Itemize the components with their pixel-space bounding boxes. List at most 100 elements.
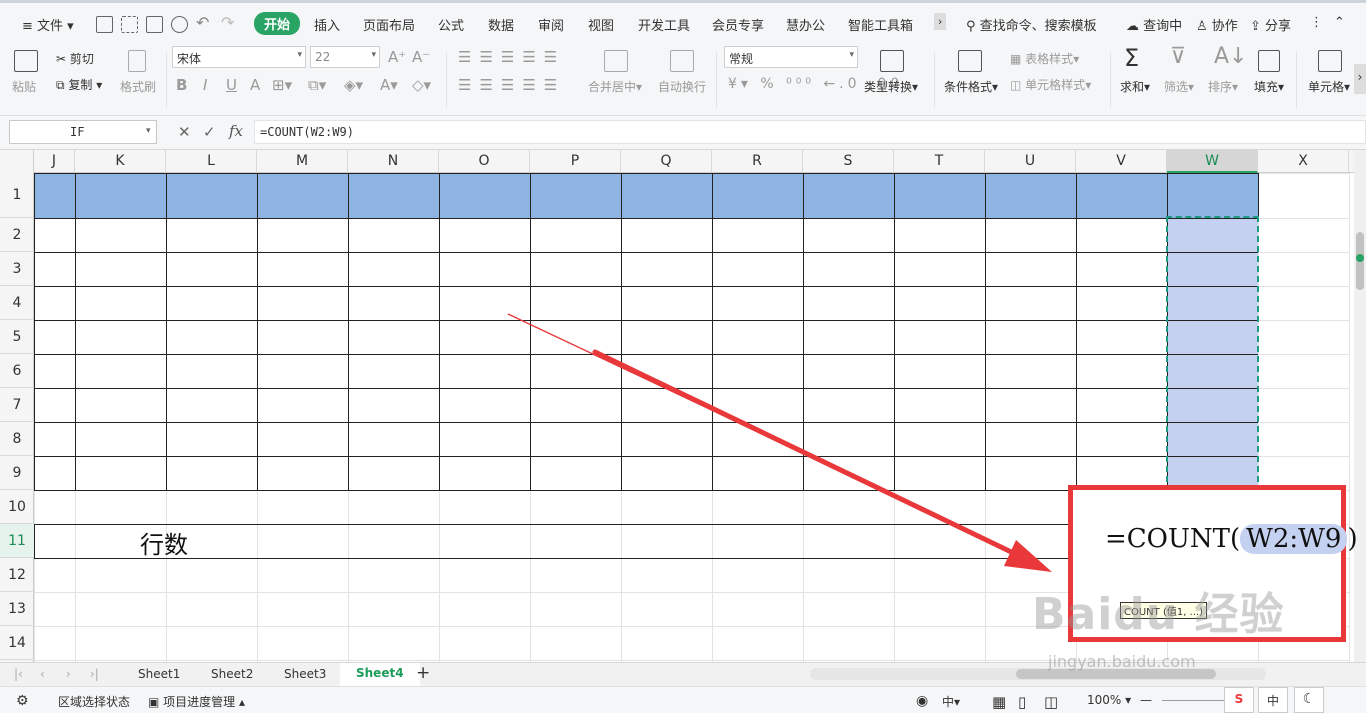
row-header-7[interactable]: 7 bbox=[0, 388, 34, 422]
search-center-button[interactable]: ☁ 查询中 bbox=[1126, 15, 1182, 34]
number-format-select[interactable]: 常规 bbox=[724, 46, 858, 68]
command-search[interactable]: ⚲ 查找命令、搜索模板 bbox=[966, 15, 1097, 34]
more-icon[interactable]: ⋮ bbox=[1310, 15, 1323, 30]
column-header-k[interactable]: K bbox=[75, 150, 166, 173]
column-header-q[interactable]: Q bbox=[621, 150, 712, 173]
filter-icon[interactable]: ⊽ bbox=[1170, 44, 1186, 69]
insert-function-icon[interactable]: fx bbox=[229, 122, 243, 140]
underline-icon[interactable]: U bbox=[226, 76, 237, 94]
font-size-select[interactable]: 22 bbox=[310, 46, 380, 68]
sort-button[interactable]: 排序▾ bbox=[1208, 78, 1238, 95]
filter-button[interactable]: 筛选▾ bbox=[1164, 78, 1194, 95]
column-header-u[interactable]: U bbox=[985, 150, 1076, 173]
collab-button[interactable]: ♙ 协作 bbox=[1196, 15, 1238, 34]
copy-button[interactable]: ⧉ 复制 ▾ bbox=[56, 76, 102, 93]
column-header-t[interactable]: T bbox=[894, 150, 985, 173]
column-header-o[interactable]: O bbox=[439, 150, 530, 173]
column-header-w[interactable]: W bbox=[1167, 150, 1258, 173]
sheet-tab-1[interactable]: Sheet1 bbox=[138, 667, 180, 681]
row-header-14[interactable]: 14 bbox=[0, 626, 34, 660]
column-header-s[interactable]: S bbox=[803, 150, 894, 173]
macro-icon[interactable]: ⚙ bbox=[16, 693, 29, 709]
column-header-l[interactable]: L bbox=[166, 150, 257, 173]
tab-smart-office[interactable]: 慧办公 bbox=[786, 15, 825, 34]
zoom-level[interactable]: 100% ▾ bbox=[1087, 693, 1131, 707]
merge-center-icon[interactable] bbox=[604, 50, 628, 72]
fill-color-icon[interactable]: ◈▾ bbox=[344, 76, 363, 94]
conditional-format-button[interactable]: 条件格式▾ bbox=[944, 78, 998, 95]
ime-status[interactable]: 中▾ bbox=[942, 693, 960, 710]
column-header-n[interactable]: N bbox=[348, 150, 439, 173]
column-header-m[interactable]: M bbox=[257, 150, 348, 173]
tab-home[interactable]: 开始 bbox=[254, 12, 301, 35]
conditional-format-icon[interactable] bbox=[958, 50, 982, 72]
row-header-10[interactable]: 10 bbox=[0, 490, 34, 524]
column-header-r[interactable]: R bbox=[712, 150, 803, 173]
print-preview-icon[interactable] bbox=[171, 16, 188, 33]
chevron-right-icon[interactable]: › bbox=[934, 13, 947, 30]
italic-icon[interactable]: I bbox=[203, 76, 207, 94]
formula-input[interactable]: =COUNT(W2:W9) bbox=[254, 120, 1366, 144]
tab-developer[interactable]: 开发工具 bbox=[638, 15, 690, 34]
strikethrough-icon[interactable]: A bbox=[250, 76, 260, 94]
cell-icon[interactable] bbox=[1318, 50, 1342, 72]
row-header-11[interactable]: 11 bbox=[0, 524, 34, 558]
type-convert-icon[interactable] bbox=[880, 50, 904, 72]
tab-toolbox[interactable]: 智能工具箱 bbox=[848, 15, 913, 34]
moon-icon[interactable]: ☾ bbox=[1294, 687, 1324, 713]
sheet-tab-4[interactable]: Sheet4 bbox=[340, 663, 420, 686]
project-progress-button[interactable]: ▣ 项目进度管理 ▴ bbox=[148, 693, 245, 710]
sort-icon[interactable]: A↓ bbox=[1214, 44, 1247, 69]
redo-icon[interactable]: ↷ bbox=[221, 13, 234, 32]
row-header-3[interactable]: 3 bbox=[0, 252, 34, 286]
font-shrink-icon[interactable]: A⁻ bbox=[412, 48, 430, 66]
wrap-text-button[interactable]: 自动换行 bbox=[658, 78, 706, 95]
next-sheet-icon[interactable]: › bbox=[66, 667, 71, 681]
paste-icon[interactable] bbox=[14, 50, 38, 72]
tab-insert[interactable]: 插入 bbox=[314, 15, 340, 34]
sogou-ime-icon[interactable]: S bbox=[1224, 687, 1254, 713]
tab-data[interactable]: 数据 bbox=[488, 15, 514, 34]
column-header-j[interactable]: J bbox=[34, 150, 75, 173]
row-header-8[interactable]: 8 bbox=[0, 422, 34, 456]
wrap-text-icon[interactable] bbox=[670, 50, 694, 72]
prev-sheet-icon[interactable]: ‹ bbox=[40, 667, 45, 681]
font-grow-icon[interactable]: A⁺ bbox=[388, 48, 406, 66]
first-sheet-icon[interactable]: |‹ bbox=[14, 667, 23, 681]
vertical-scrollbar[interactable] bbox=[1354, 150, 1366, 662]
zoom-out-icon[interactable]: — bbox=[1140, 693, 1152, 707]
row-header-9[interactable]: 9 bbox=[0, 456, 34, 490]
print-icon[interactable] bbox=[146, 16, 163, 33]
row-header-4[interactable]: 4 bbox=[0, 286, 34, 320]
confirm-icon[interactable]: ✓ bbox=[203, 123, 216, 141]
fill-button[interactable]: 填充▾ bbox=[1254, 78, 1284, 95]
page-break-view-icon[interactable]: ◫ bbox=[1044, 693, 1058, 711]
row-header-5[interactable]: 5 bbox=[0, 320, 34, 354]
row-header-6[interactable]: 6 bbox=[0, 354, 34, 388]
cell-style-button[interactable]: ◫ 单元格样式▾ bbox=[1010, 76, 1091, 93]
bold-icon[interactable]: B bbox=[176, 76, 187, 94]
add-sheet-icon[interactable]: + bbox=[416, 663, 430, 683]
merge-center-button[interactable]: 合并居中▾ bbox=[588, 78, 642, 95]
column-header-p[interactable]: P bbox=[530, 150, 621, 173]
save-icon[interactable] bbox=[96, 16, 113, 33]
type-convert-button[interactable]: 类型转换▾ bbox=[864, 78, 918, 95]
page-layout-view-icon[interactable]: ▯ bbox=[1018, 693, 1026, 711]
tab-page-layout[interactable]: 页面布局 bbox=[363, 15, 415, 34]
horizontal-scrollbar[interactable] bbox=[810, 668, 1266, 680]
effects-icon[interactable]: ⧉▾ bbox=[308, 76, 326, 94]
export-pdf-icon[interactable] bbox=[121, 16, 138, 33]
tab-member[interactable]: 会员专享 bbox=[712, 15, 764, 34]
column-header-v[interactable]: V bbox=[1076, 150, 1167, 173]
row-header-2[interactable]: 2 bbox=[0, 218, 34, 252]
row-header-1[interactable]: 1 bbox=[0, 173, 34, 218]
format-painter-icon[interactable] bbox=[128, 50, 146, 72]
clear-format-icon[interactable]: ◇▾ bbox=[412, 76, 431, 94]
column-header-x[interactable]: X bbox=[1258, 150, 1349, 173]
sheet-tab-2[interactable]: Sheet2 bbox=[211, 667, 253, 681]
ime-chinese-icon[interactable]: 中 bbox=[1258, 687, 1288, 713]
row-header-12[interactable]: 12 bbox=[0, 558, 34, 592]
sheet-tab-3[interactable]: Sheet3 bbox=[284, 667, 326, 681]
tab-formulas[interactable]: 公式 bbox=[438, 15, 464, 34]
row-header-13[interactable]: 13 bbox=[0, 592, 34, 626]
